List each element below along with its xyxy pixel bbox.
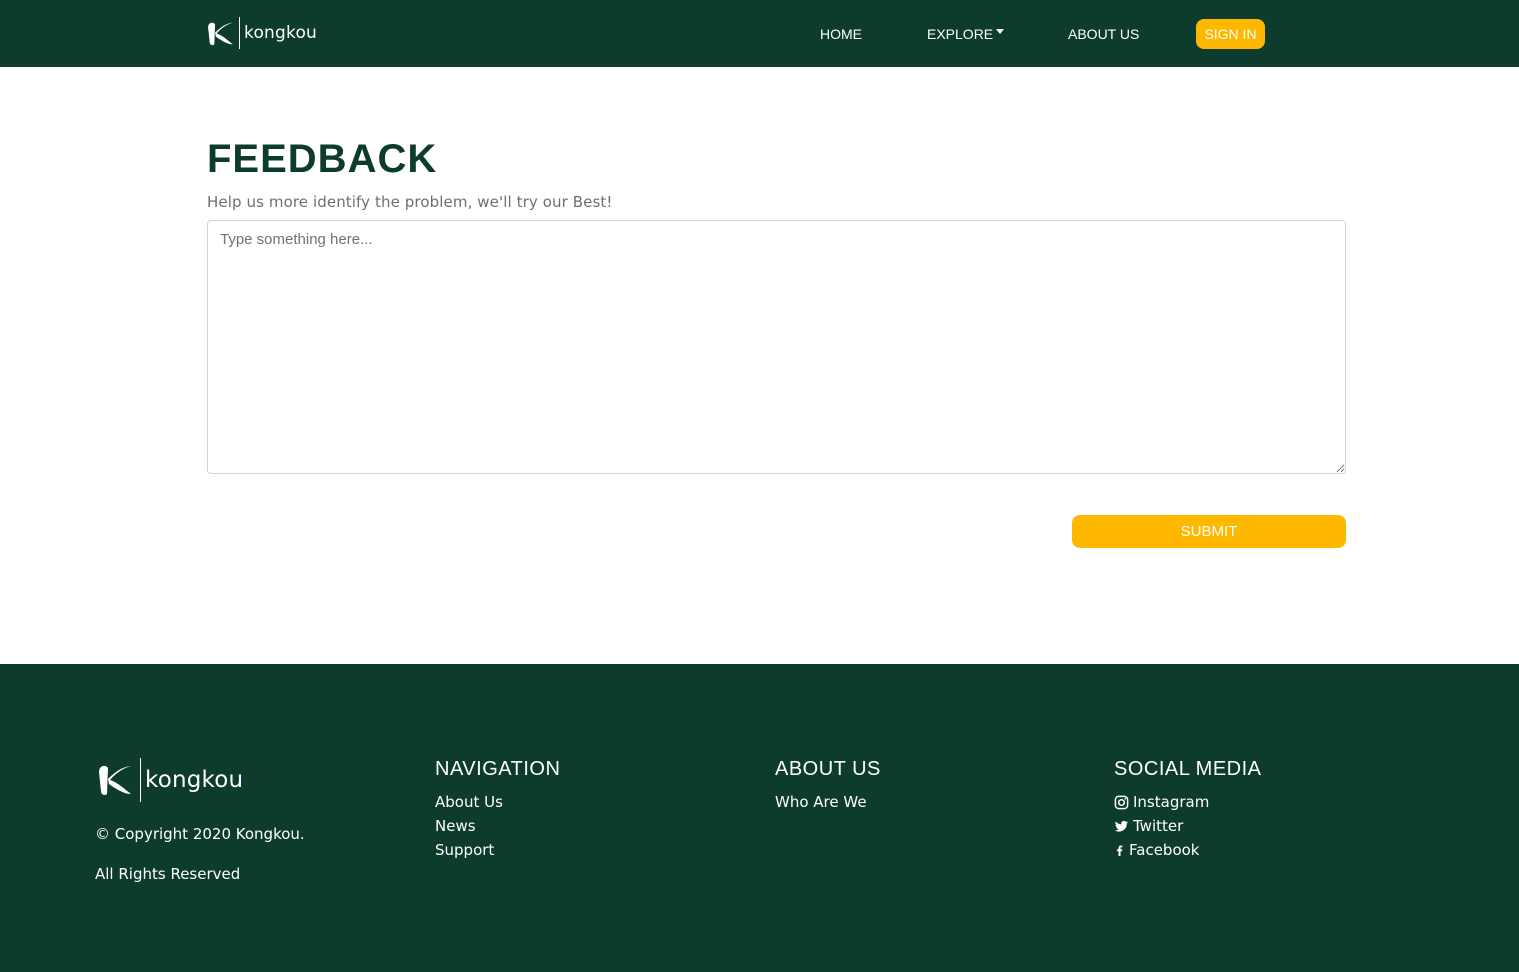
feedback-textarea[interactable] [207, 220, 1346, 474]
instagram-icon [1114, 795, 1129, 809]
nav-about-us[interactable]: ABOUT US [1068, 0, 1139, 67]
kongkou-logo-icon [208, 22, 233, 45]
brand-logo[interactable]: kongkou [205, 16, 317, 50]
footer-about-column: ABOUT US Who Are We [775, 758, 881, 814]
social-link-instagram[interactable]: Instagram [1114, 790, 1262, 814]
copyright-text: © Copyright 2020 Kongkou. [95, 825, 305, 843]
page-subtitle: Help us more identify the problem, we'll… [207, 193, 613, 211]
nav-home[interactable]: HOME [820, 0, 862, 67]
footer-about-heading: ABOUT US [775, 758, 881, 780]
footer-navigation-column: NAVIGATION About Us News Support [435, 758, 560, 862]
logo-wordmark: kongkou [145, 767, 244, 793]
twitter-icon [1114, 820, 1129, 832]
facebook-icon [1116, 845, 1123, 856]
rights-text: All Rights Reserved [95, 865, 241, 883]
top-navbar: kongkou HOME EXPLORE ABOUT US SIGN IN [0, 0, 1519, 67]
logo-divider [140, 758, 141, 802]
footer-link-support[interactable]: Support [435, 838, 560, 862]
footer-social-column: SOCIAL MEDIA Instagram Twitter Facebook [1114, 758, 1262, 862]
footer-navigation-heading: NAVIGATION [435, 758, 561, 780]
submit-button[interactable]: SUBMIT [1072, 515, 1346, 548]
nav-explore-dropdown[interactable]: EXPLORE [927, 0, 1005, 67]
social-label: Twitter [1133, 817, 1184, 835]
nav-explore-label: EXPLORE [927, 25, 994, 42]
social-link-facebook[interactable]: Facebook [1114, 838, 1262, 862]
footer-social-heading: SOCIAL MEDIA [1114, 758, 1262, 780]
logo-wordmark: kongkou [244, 23, 318, 43]
footer-link-about-us[interactable]: About Us [435, 790, 560, 814]
page-title: FEEDBACK [207, 137, 438, 181]
sign-in-button[interactable]: SIGN IN [1196, 19, 1265, 49]
social-label: Instagram [1133, 793, 1210, 811]
social-label: Facebook [1129, 841, 1200, 859]
footer-link-who-are-we[interactable]: Who Are We [775, 790, 881, 814]
social-link-twitter[interactable]: Twitter [1114, 814, 1262, 838]
caret-down-icon [996, 29, 1005, 34]
footer: kongkou © Copyright 2020 Kongkou. All Ri… [0, 664, 1519, 972]
footer-link-news[interactable]: News [435, 814, 560, 838]
footer-brand-logo[interactable]: kongkou [95, 758, 243, 802]
kongkou-logo-icon [99, 765, 131, 795]
logo-divider [239, 17, 240, 49]
